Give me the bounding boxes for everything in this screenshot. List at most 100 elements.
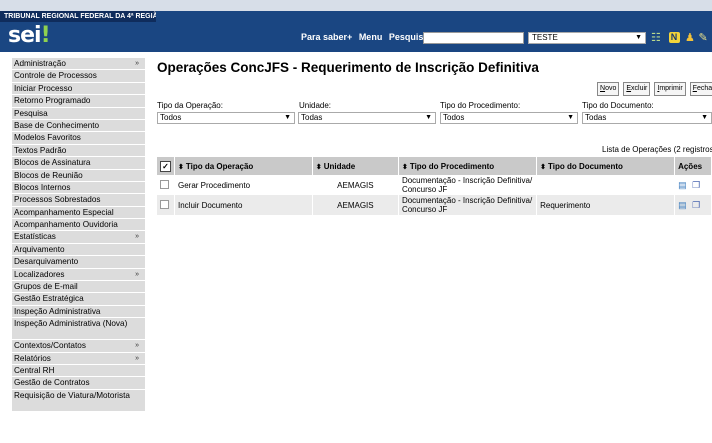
filter-label-unidade: Unidade: (299, 101, 332, 110)
table-row: Incluir Documento AEMAGIS Documentação -… (157, 195, 712, 215)
column-header-tipo-operacao[interactable]: ⬍ Tipo da Operação (174, 157, 313, 175)
wrench-icon[interactable]: ✎ (699, 32, 709, 44)
cell-acoes: ▤ ❐ (674, 175, 712, 195)
column-header-label: Unidade (323, 161, 356, 171)
sei-logo[interactable]: sei! (8, 24, 51, 48)
column-header-label: Tipo da Operação (185, 161, 254, 171)
copy-icon[interactable]: ❐ (692, 180, 701, 190)
cell-tipo-operacao: Incluir Documento (174, 195, 313, 215)
sidebar-item[interactable]: Blocos de Reunião (12, 169, 145, 182)
chevron-down-icon: ▼ (284, 114, 291, 121)
row-select-cell (157, 195, 175, 215)
sidebar-item[interactable]: Pesquisa (12, 107, 145, 120)
sidebar-item[interactable]: Administração » (12, 58, 145, 71)
cell-tipo-procedimento: Documentação - Inscrição Definitiva/ Con… (398, 195, 538, 215)
filter-label-tipo-procedimento: Tipo do Procedimento: (440, 101, 521, 110)
row-checkbox[interactable] (160, 179, 169, 189)
filter-select-unidade[interactable]: Todas ▼ (298, 112, 436, 124)
sidebar-item-label: Acompanhamento Ouvidoria (14, 220, 118, 230)
column-header-unidade[interactable]: ⬍ Unidade (312, 157, 399, 175)
row-checkbox[interactable] (160, 199, 169, 209)
column-header-tipo-documento[interactable]: ⬍ Tipo do Documento (536, 157, 676, 175)
sidebar-item[interactable]: Blocos Internos (12, 181, 145, 195)
sort-icon: ⬍ (540, 163, 546, 171)
sidebar-item[interactable]: Modelos Favoritos (12, 132, 145, 145)
sidebar-item-label: Desarquivamento (14, 257, 79, 267)
sidebar-item-label: Blocos Internos (14, 182, 71, 192)
sidebar-item-label: Pesquisa (14, 108, 48, 118)
sidebar-item[interactable]: Controle de Processos (12, 70, 145, 83)
sidebar-item[interactable]: Estatísticas » (12, 231, 145, 244)
sidebar-item[interactable]: Grupos de E-mail (12, 281, 145, 294)
novo-button[interactable]: Novo (597, 82, 620, 96)
filter-select-value: Todos (160, 113, 182, 122)
excluir-button[interactable]: Excluir (623, 82, 651, 96)
user-icon[interactable]: ♟ (685, 32, 695, 44)
org-bar (156, 11, 712, 22)
page-title: Operações ConcJFS - Requerimento de Insc… (157, 60, 539, 75)
sidebar-item[interactable]: Central RH (12, 364, 145, 378)
sidebar-item-label: Modelos Favoritos (14, 133, 81, 143)
sidebar-item[interactable]: Relatórios » (12, 352, 145, 365)
column-header-tipo-procedimento[interactable]: ⬍ Tipo do Procedimento (398, 157, 538, 175)
sidebar-item-label: Textos Padrão (14, 145, 67, 155)
sidebar-item[interactable]: Base de Conhecimento (12, 119, 145, 133)
nav-link-menu[interactable]: Menu (359, 32, 383, 42)
sort-icon: ⬍ (178, 163, 184, 171)
cell-unidade: AEMAGIS (312, 195, 399, 215)
search-input[interactable] (423, 32, 524, 44)
sidebar-item[interactable]: Blocos de Assinatura (12, 157, 145, 170)
sidebar-item[interactable]: Gestão de Contratos (12, 377, 145, 390)
cell-tipo-procedimento: Documentação - Inscrição Definitiva/ Con… (398, 175, 538, 195)
sidebar-item[interactable]: Requisição de Viatura/Motorista (12, 389, 145, 412)
nav-links: Para saber+ Menu Pesquisa (301, 22, 432, 52)
table-row: Gerar Procedimento AEMAGIS Documentação … (157, 175, 712, 195)
select-all-checkbox[interactable]: ✓ (160, 160, 171, 172)
sidebar-item-label: Base de Conhecimento (14, 120, 100, 130)
copy-icon[interactable]: ❐ (692, 200, 701, 210)
filter-select-tipo-procedimento[interactable]: Todos ▼ (440, 112, 578, 124)
chevron-right-icon: » (135, 270, 139, 278)
chevron-down-icon: ▼ (567, 114, 574, 121)
sidebar-item-label: Inspeção Administrativa (Nova) (14, 319, 128, 329)
sidebar-item-label: Requisição de Viatura/Motorista (14, 390, 130, 400)
filter-select-tipo-operacao[interactable]: Todos ▼ (157, 112, 295, 124)
n-icon[interactable]: N (668, 32, 680, 43)
sidebar-item[interactable]: Inspeção Administrativa (Nova) (12, 318, 145, 341)
sidebar-item-label: Acompanhamento Especial (14, 207, 114, 217)
sidebar-item[interactable]: Retorno Programado (12, 95, 145, 108)
filter-select-tipo-documento[interactable]: Todas ▼ (582, 112, 712, 124)
sidebar-item[interactable]: Acompanhamento Ouvidoria (12, 219, 145, 232)
unit-select-value: TESTE (532, 33, 558, 42)
select-all-header: ✓ (157, 157, 175, 175)
sidebar-item[interactable]: Gestão Estratégica (12, 293, 145, 306)
sidebar-item-label: Administração (14, 59, 66, 68)
edit-icon[interactable]: ▤ (678, 200, 687, 210)
edit-icon[interactable]: ▤ (678, 180, 687, 190)
column-header-acoes: Ações (674, 157, 712, 175)
table-header-row: ✓ ⬍ Tipo da Operação ⬍ Unidade ⬍ Tipo do Pr… (157, 157, 712, 175)
sidebar-item[interactable]: Textos Padrão (12, 144, 145, 158)
cell-acoes: ▤ ❐ (674, 195, 712, 215)
sidebar-item-label: Gestão de Contratos (14, 378, 90, 388)
imprimir-button[interactable]: Imprimir (654, 82, 686, 96)
sidebar-item[interactable]: Localizadores » (12, 268, 145, 282)
column-header-label: Tipo do Documento (547, 161, 623, 171)
grid-icon[interactable]: ☷ (651, 32, 663, 44)
fechar-button[interactable]: Fechar (689, 82, 712, 96)
filter-select-value: Todas (301, 113, 323, 122)
chevron-right-icon: » (135, 60, 139, 67)
sidebar-item[interactable]: Acompanhamento Especial (12, 206, 145, 220)
nav-link-para-saber[interactable]: Para saber+ (301, 32, 352, 42)
unit-select[interactable]: TESTE ▼ (528, 32, 646, 44)
sidebar-item[interactable]: Arquivamento (12, 243, 145, 257)
sidebar-item[interactable]: Desarquivamento (12, 256, 145, 269)
sidebar-item[interactable]: Iniciar Processo (12, 82, 145, 96)
sidebar-item[interactable]: Processos Sobrestados (12, 194, 145, 207)
filter-label-tipo-documento: Tipo do Documento: (582, 101, 654, 110)
sidebar-item[interactable]: Inspeção Administrativa (12, 305, 145, 319)
header-icons: ☷ N ♟ ✎ ➜ (651, 32, 712, 45)
sidebar-item[interactable]: Contextos/Contatos » (12, 340, 145, 353)
cell-tipo-documento (536, 175, 676, 195)
sidebar-item-label: Central RH (14, 365, 55, 375)
